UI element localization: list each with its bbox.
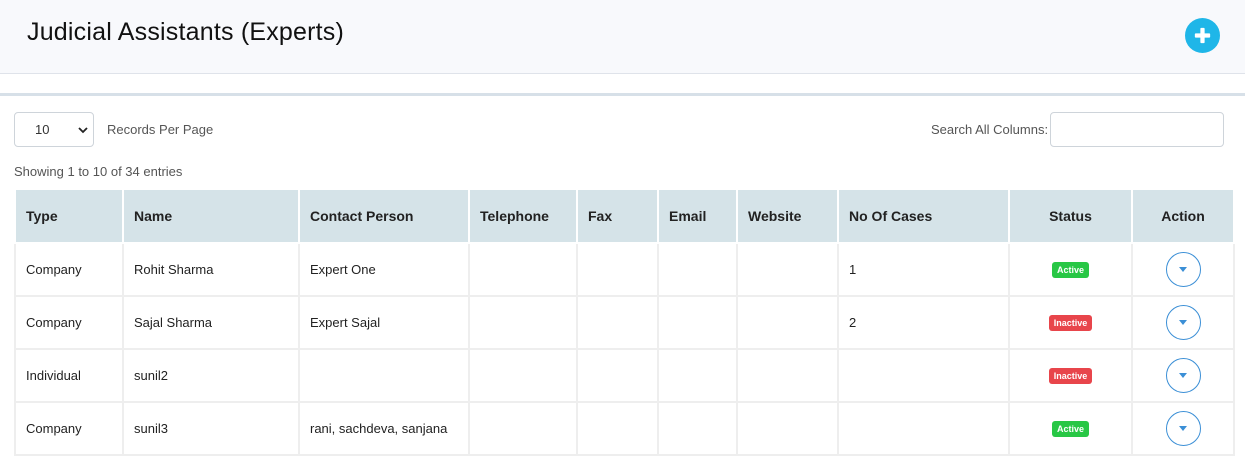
status-badge: Active: [1051, 262, 1089, 278]
cell-name: sunil2: [122, 348, 300, 403]
column-header-website[interactable]: Website: [736, 188, 839, 244]
cell-contact-person: Expert Sajal: [298, 295, 470, 350]
cell-action: [1131, 348, 1235, 403]
cell-action: [1131, 401, 1235, 456]
status-badge: Active: [1051, 421, 1089, 437]
caret-down-icon: [1179, 319, 1187, 325]
cell-email: [657, 242, 738, 297]
section-divider: [0, 93, 1245, 96]
page-title: Judicial Assistants (Experts): [27, 18, 345, 46]
search-input[interactable]: [1050, 112, 1224, 147]
cell-telephone: [468, 348, 578, 403]
caret-down-icon: [1179, 425, 1187, 431]
row-action-dropdown-button[interactable]: [1165, 305, 1201, 340]
cell-website: [736, 242, 839, 297]
column-header-fax[interactable]: Fax: [576, 188, 659, 244]
table-header-row: Type Name Contact Person Telephone Fax E…: [14, 188, 1235, 244]
cell-website: [736, 401, 839, 456]
records-per-page-select[interactable]: 10 25 50 100: [14, 112, 94, 147]
cell-status: Active: [1008, 401, 1133, 456]
cell-email: [657, 401, 738, 456]
cell-no-of-cases[interactable]: [837, 401, 1010, 456]
caret-down-icon: [1179, 266, 1187, 272]
cell-fax: [576, 401, 659, 456]
cell-type: Individual: [14, 348, 124, 403]
cell-telephone: [468, 401, 578, 456]
table-row: Company Sajal Sharma Expert Sajal 2 Inac…: [14, 295, 1235, 350]
column-header-status[interactable]: Status: [1008, 188, 1133, 244]
cell-name: Rohit Sharma: [122, 242, 300, 297]
cell-name: sunil3: [122, 401, 300, 456]
column-header-type[interactable]: Type: [14, 188, 124, 244]
cell-email: [657, 295, 738, 350]
cell-name: Sajal Sharma: [122, 295, 300, 350]
cell-status: Inactive: [1008, 348, 1133, 403]
search-label: Search All Columns:: [931, 122, 1049, 137]
cell-type[interactable]: Company: [14, 295, 124, 350]
cell-no-of-cases[interactable]: 1: [837, 242, 1010, 297]
cell-status: Inactive: [1008, 295, 1133, 350]
table-row: Individual sunil2 Inactive: [14, 348, 1235, 403]
cell-contact-person: [298, 348, 470, 403]
entries-info: Showing 1 to 10 of 34 entries: [14, 164, 183, 179]
cell-action: [1131, 242, 1235, 297]
cell-action: [1131, 295, 1235, 350]
cell-no-of-cases[interactable]: 2: [837, 295, 1010, 350]
cell-type[interactable]: Company: [14, 401, 124, 456]
cell-website: [736, 295, 839, 350]
table-row: Company Rohit Sharma Expert One 1 Active: [14, 242, 1235, 297]
column-header-telephone[interactable]: Telephone: [468, 188, 578, 244]
status-badge: Inactive: [1048, 368, 1093, 384]
table-row: Company sunil3 rani, sachdeva, sanjana A…: [14, 401, 1235, 456]
row-action-dropdown-button[interactable]: [1165, 252, 1201, 287]
column-header-name[interactable]: Name: [122, 188, 300, 244]
column-header-no-of-cases[interactable]: No Of Cases: [837, 188, 1010, 244]
cell-contact-person: Expert One: [298, 242, 470, 297]
column-header-email[interactable]: Email: [657, 188, 738, 244]
records-per-page-label: Records Per Page: [107, 122, 214, 137]
add-expert-button[interactable]: [1185, 18, 1220, 53]
row-action-dropdown-button[interactable]: [1165, 411, 1201, 446]
cell-no-of-cases[interactable]: [837, 348, 1010, 403]
cell-fax: [576, 295, 659, 350]
column-header-contact-person[interactable]: Contact Person: [298, 188, 470, 244]
status-badge: Inactive: [1048, 315, 1093, 331]
cell-telephone: [468, 242, 578, 297]
page-header: Judicial Assistants (Experts): [0, 0, 1245, 74]
cell-contact-person: rani, sachdeva, sanjana: [298, 401, 470, 456]
cell-fax: [576, 348, 659, 403]
experts-table: Type Name Contact Person Telephone Fax E…: [14, 188, 1235, 456]
plus-icon: [1194, 27, 1211, 44]
cell-type[interactable]: Company: [14, 242, 124, 297]
cell-fax: [576, 242, 659, 297]
column-header-action: Action: [1131, 188, 1235, 244]
cell-website: [736, 348, 839, 403]
row-action-dropdown-button[interactable]: [1165, 358, 1201, 393]
cell-email: [657, 348, 738, 403]
cell-status: Active: [1008, 242, 1133, 297]
cell-telephone: [468, 295, 578, 350]
caret-down-icon: [1179, 372, 1187, 378]
